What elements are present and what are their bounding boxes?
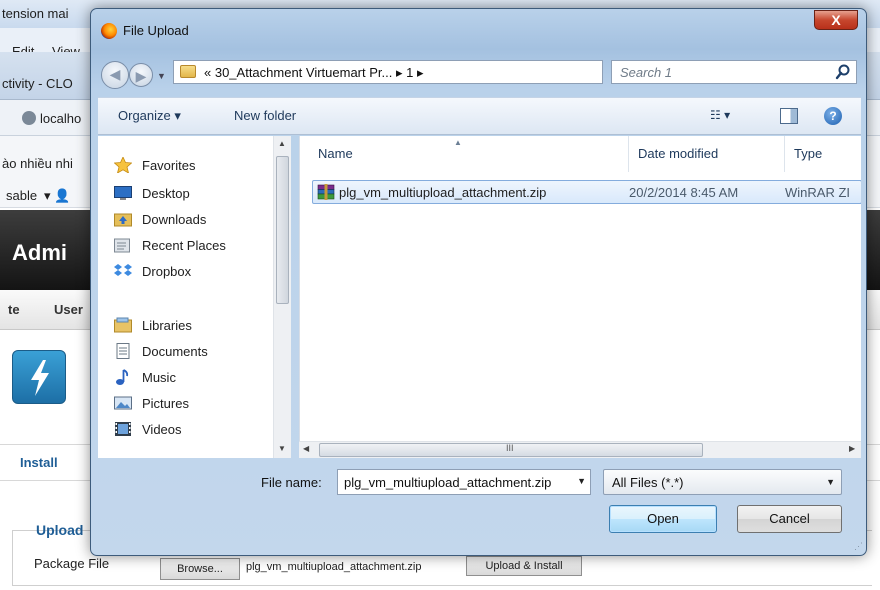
nav-label: Desktop bbox=[142, 186, 190, 201]
file-date-modified: 20/2/2014 8:45 AM bbox=[629, 185, 739, 200]
column-separator[interactable] bbox=[784, 136, 785, 172]
search-input[interactable]: Search 1 bbox=[611, 60, 857, 84]
column-header-type[interactable]: Type bbox=[794, 146, 822, 182]
dropdown-item[interactable]: sable bbox=[6, 188, 37, 203]
column-header-date-modified[interactable]: Date modified bbox=[638, 146, 718, 182]
file-row[interactable]: plg_vm_multiupload_attachment.zip 20/2/2… bbox=[312, 180, 861, 204]
open-button[interactable]: Open bbox=[609, 505, 717, 533]
nav-label: Music bbox=[142, 370, 176, 385]
nav-label: Recent Places bbox=[142, 238, 226, 253]
address-bar[interactable]: « 30_Attachment Virtuemart Pr... ▸ 1 ▸ ▼… bbox=[173, 60, 675, 84]
search-icon[interactable] bbox=[834, 63, 852, 81]
scroll-down-icon[interactable]: ▼ bbox=[278, 444, 286, 453]
cancel-button[interactable]: Cancel bbox=[737, 505, 842, 533]
nav-label: Favorites bbox=[142, 158, 196, 173]
sort-ascending-icon: ▲ bbox=[454, 138, 462, 147]
address-path[interactable]: « 30_Attachment Virtuemart Pr... ▸ 1 ▸ bbox=[204, 65, 423, 81]
arrow-left-icon: ◀ bbox=[109, 66, 121, 82]
desktop-icon bbox=[114, 186, 132, 200]
scroll-left-icon[interactable]: ◀ bbox=[303, 444, 309, 453]
url-text[interactable]: localho bbox=[40, 111, 81, 126]
videos-icon bbox=[115, 422, 131, 436]
documents-icon bbox=[116, 343, 130, 359]
nav-label: Pictures bbox=[142, 396, 189, 411]
file-name-input[interactable]: plg_vm_multiupload_attachment.zip ▼ bbox=[337, 469, 591, 495]
nav-label: Libraries bbox=[142, 318, 192, 333]
file-name-value[interactable]: plg_vm_multiupload_attachment.zip bbox=[344, 475, 572, 490]
libraries-icon bbox=[114, 317, 132, 333]
install-tab[interactable]: Install bbox=[20, 455, 58, 470]
help-icon[interactable]: ? bbox=[824, 107, 842, 125]
admin-title: Admi bbox=[12, 240, 67, 265]
organize-menu[interactable]: Organize ▾ bbox=[118, 108, 181, 124]
folder-icon bbox=[180, 65, 196, 78]
close-button[interactable]: X bbox=[814, 10, 858, 30]
file-name: plg_vm_multiupload_attachment.zip bbox=[339, 185, 547, 200]
globe-icon bbox=[22, 111, 36, 125]
scroll-right-icon[interactable]: ▶ bbox=[849, 444, 855, 453]
bookmark-item[interactable]: ào nhiều nhi bbox=[2, 156, 73, 171]
change-view-button[interactable]: ☷ ▾ bbox=[710, 108, 730, 122]
back-button[interactable]: ◀ bbox=[101, 61, 129, 89]
winrar-archive-icon bbox=[317, 184, 335, 200]
column-separator[interactable] bbox=[628, 136, 629, 172]
star-icon bbox=[114, 157, 132, 173]
pictures-icon bbox=[114, 396, 132, 410]
scroll-up-icon[interactable]: ▲ bbox=[278, 139, 286, 148]
new-folder-button[interactable]: New folder bbox=[234, 108, 296, 123]
file-type: WinRAR ZI bbox=[785, 185, 850, 200]
horizontal-scrollbar[interactable]: ◀ III ▶ bbox=[299, 441, 861, 458]
dialog-toolbar: Organize ▾ New folder ☷ ▾ ? bbox=[98, 97, 861, 135]
user-icon: ▾ 👤 bbox=[44, 188, 71, 203]
upload-install-button[interactable]: Upload & Install bbox=[466, 556, 582, 576]
preview-pane-icon[interactable] bbox=[780, 108, 798, 124]
search-placeholder: Search 1 bbox=[620, 65, 673, 80]
selected-file-text: plg_vm_multiupload_attachment.zip bbox=[246, 561, 422, 573]
browser-tab[interactable]: ctivity - CLO bbox=[2, 76, 73, 91]
resize-grip-icon[interactable]: ⋰ bbox=[854, 541, 863, 552]
package-file-label: Package File bbox=[34, 556, 110, 571]
recent-places-icon bbox=[114, 238, 130, 253]
downloads-folder-icon bbox=[114, 213, 132, 227]
browse-button[interactable]: Browse... bbox=[160, 558, 240, 580]
forward-button[interactable]: ▶ bbox=[129, 63, 153, 87]
nav-label: Videos bbox=[142, 422, 182, 437]
file-type-value: All Files (*.*) bbox=[612, 475, 684, 490]
extension-install-icon bbox=[12, 350, 66, 404]
recent-locations-dropdown[interactable]: ▼ bbox=[157, 71, 167, 81]
file-upload-dialog: File Upload X ◀ ▶ ▼ « 30_Attachment Virt… bbox=[90, 8, 867, 556]
firefox-icon bbox=[101, 23, 117, 39]
nav-item-users[interactable]: User bbox=[54, 302, 83, 317]
dialog-title: File Upload bbox=[123, 23, 189, 38]
navigation-pane: Favorites Desktop Downloads Recent Place… bbox=[98, 136, 288, 458]
upload-legend: Upload bbox=[36, 522, 84, 538]
nav-label: Dropbox bbox=[142, 264, 192, 279]
chevron-down-icon[interactable]: ▼ bbox=[577, 476, 586, 486]
file-name-label: File name: bbox=[261, 475, 322, 490]
file-list: ▲ Name Date modified Type plg_vm_multiup… bbox=[299, 136, 861, 441]
scrollbar-thumb[interactable]: III bbox=[319, 443, 703, 457]
browser-title: tension mai bbox=[2, 6, 69, 21]
file-type-select[interactable]: All Files (*.*) ▼ bbox=[603, 469, 842, 495]
dropbox-icon bbox=[114, 264, 132, 276]
column-header-name[interactable]: Name bbox=[318, 146, 353, 182]
navigation-scrollbar[interactable]: ▲ ▼ bbox=[273, 136, 291, 458]
arrow-right-icon: ▶ bbox=[135, 68, 147, 84]
scrollbar-thumb[interactable] bbox=[276, 156, 289, 304]
nav-label: Downloads bbox=[142, 212, 207, 227]
music-icon bbox=[116, 369, 129, 385]
chevron-down-icon[interactable]: ▼ bbox=[826, 477, 835, 487]
nav-item-site[interactable]: te bbox=[8, 302, 20, 317]
scrollbar-grip: III bbox=[506, 443, 514, 453]
nav-label: Documents bbox=[142, 344, 208, 359]
